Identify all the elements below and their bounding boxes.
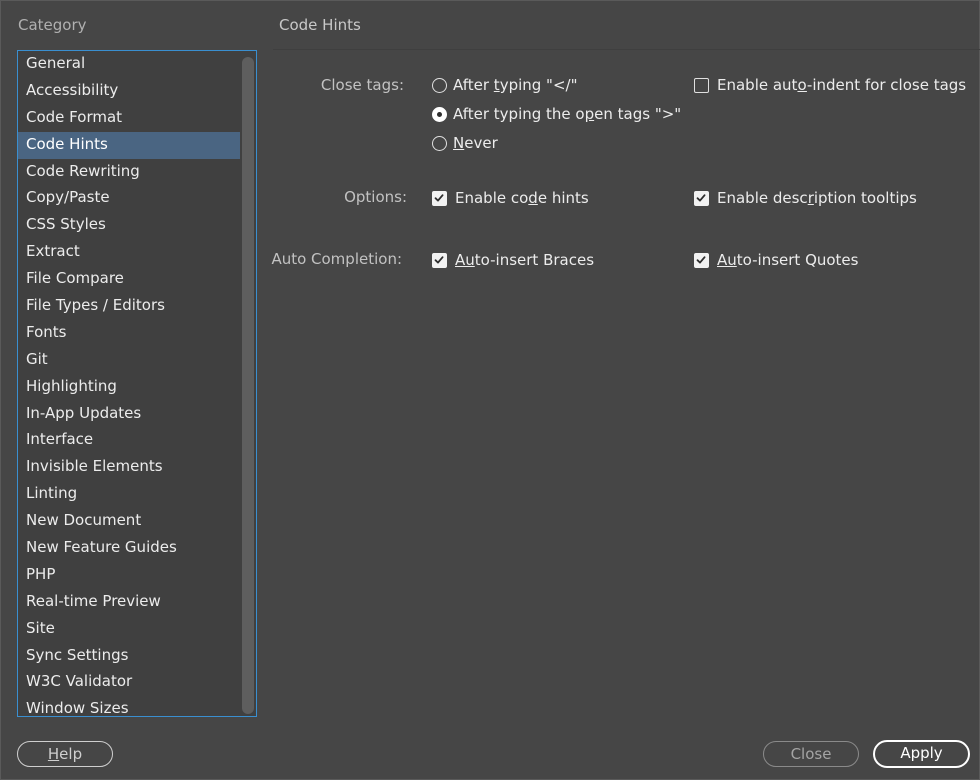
category-item-in-app-updates[interactable]: In-App Updates [18,401,240,428]
enable-description-tooltips-checkbox[interactable]: Enable description tooltips [694,189,917,207]
category-item-window-sizes[interactable]: Window Sizes [18,696,240,716]
category-item-new-feature-guides[interactable]: New Feature Guides [18,535,240,562]
option-label: After typing "</" [453,76,578,94]
category-item-code-format[interactable]: Code Format [18,105,240,132]
close-tags-after-slash-radio[interactable]: After typing "</" [432,76,577,94]
checkmark-icon [696,255,706,263]
radio-circle[interactable] [432,77,447,93]
category-item-new-document[interactable]: New Document [18,508,240,535]
category-item-interface[interactable]: Interface [18,427,240,454]
category-item-code-rewriting[interactable]: Code Rewriting [18,159,240,186]
radio-circle[interactable] [432,106,447,122]
close-button[interactable]: Close [763,741,859,767]
enable-auto-indent-checkbox[interactable]: Enable auto-indent for close tags [694,76,966,94]
category-list[interactable]: General Accessibility Code Format Code Hint… [17,50,257,717]
apply-button[interactable]: Apply [873,740,970,768]
category-item-php[interactable]: PHP [18,562,240,589]
category-items: General Accessibility Code Format Code Hint… [18,51,240,716]
category-item-file-types-editors[interactable]: File Types / Editors [18,293,240,320]
category-scrollbar[interactable] [242,53,254,714]
category-item-invisible-elements[interactable]: Invisible Elements [18,454,240,481]
auto-insert-braces-checkbox[interactable]: Auto-insert Braces [432,251,594,269]
option-label: Auto-insert Braces [455,251,595,269]
category-item-extract[interactable]: Extract [18,239,240,266]
option-label: Enable description tooltips [717,189,917,207]
category-item-site[interactable]: Site [18,616,240,643]
checkmark-icon [434,193,444,201]
checkbox-box[interactable] [432,190,447,206]
option-label: Enable code hints [455,189,589,207]
checkbox-box[interactable] [694,252,709,268]
checkmark-icon [434,255,444,263]
category-item-fonts[interactable]: Fonts [18,320,240,347]
option-label: Enable auto-indent for close tags [717,76,967,94]
title-divider [273,49,980,50]
category-scrollbar-thumb[interactable] [242,57,254,714]
category-item-w3c-validator[interactable]: W3C Validator [18,669,240,696]
category-item-file-compare[interactable]: File Compare [18,266,240,293]
options-label: Options: [344,188,407,206]
radio-circle[interactable] [432,135,447,151]
preferences-dialog: Category Code Hints General Accessibility… [0,0,980,780]
auto-completion-label: Auto Completion: [271,250,402,268]
category-header: Category [18,16,87,34]
close-tags-never-radio[interactable]: Never [432,134,498,152]
auto-insert-quotes-checkbox[interactable]: Auto-insert Quotes [694,251,858,269]
checkbox-box[interactable] [432,252,447,268]
category-item-real-time-preview[interactable]: Real-time Preview [18,589,240,616]
checkbox-box[interactable] [694,190,709,206]
category-item-css-styles[interactable]: CSS Styles [18,212,240,239]
help-button[interactable]: Help [17,741,113,767]
option-label: After typing the open tags ">" [453,105,682,123]
close-tags-after-open-tags-radio[interactable]: After typing the open tags ">" [432,105,681,123]
category-item-accessibility[interactable]: Accessibility [18,78,240,105]
checkmark-icon [696,193,706,201]
category-item-copy-paste[interactable]: Copy/Paste [18,185,240,212]
enable-code-hints-checkbox[interactable]: Enable code hints [432,189,589,207]
category-item-sync-settings[interactable]: Sync Settings [18,643,240,670]
category-item-code-hints[interactable]: Code Hints [18,131,240,159]
category-item-highlighting[interactable]: Highlighting [18,374,240,401]
checkbox-box[interactable] [694,77,709,93]
category-item-general[interactable]: General [18,51,240,78]
section-title: Code Hints [279,16,361,34]
option-label: Never [453,134,498,152]
category-item-linting[interactable]: Linting [18,481,240,508]
category-item-git[interactable]: Git [18,347,240,374]
option-label: Auto-insert Quotes [717,251,859,269]
close-tags-label: Close tags: [320,76,404,94]
